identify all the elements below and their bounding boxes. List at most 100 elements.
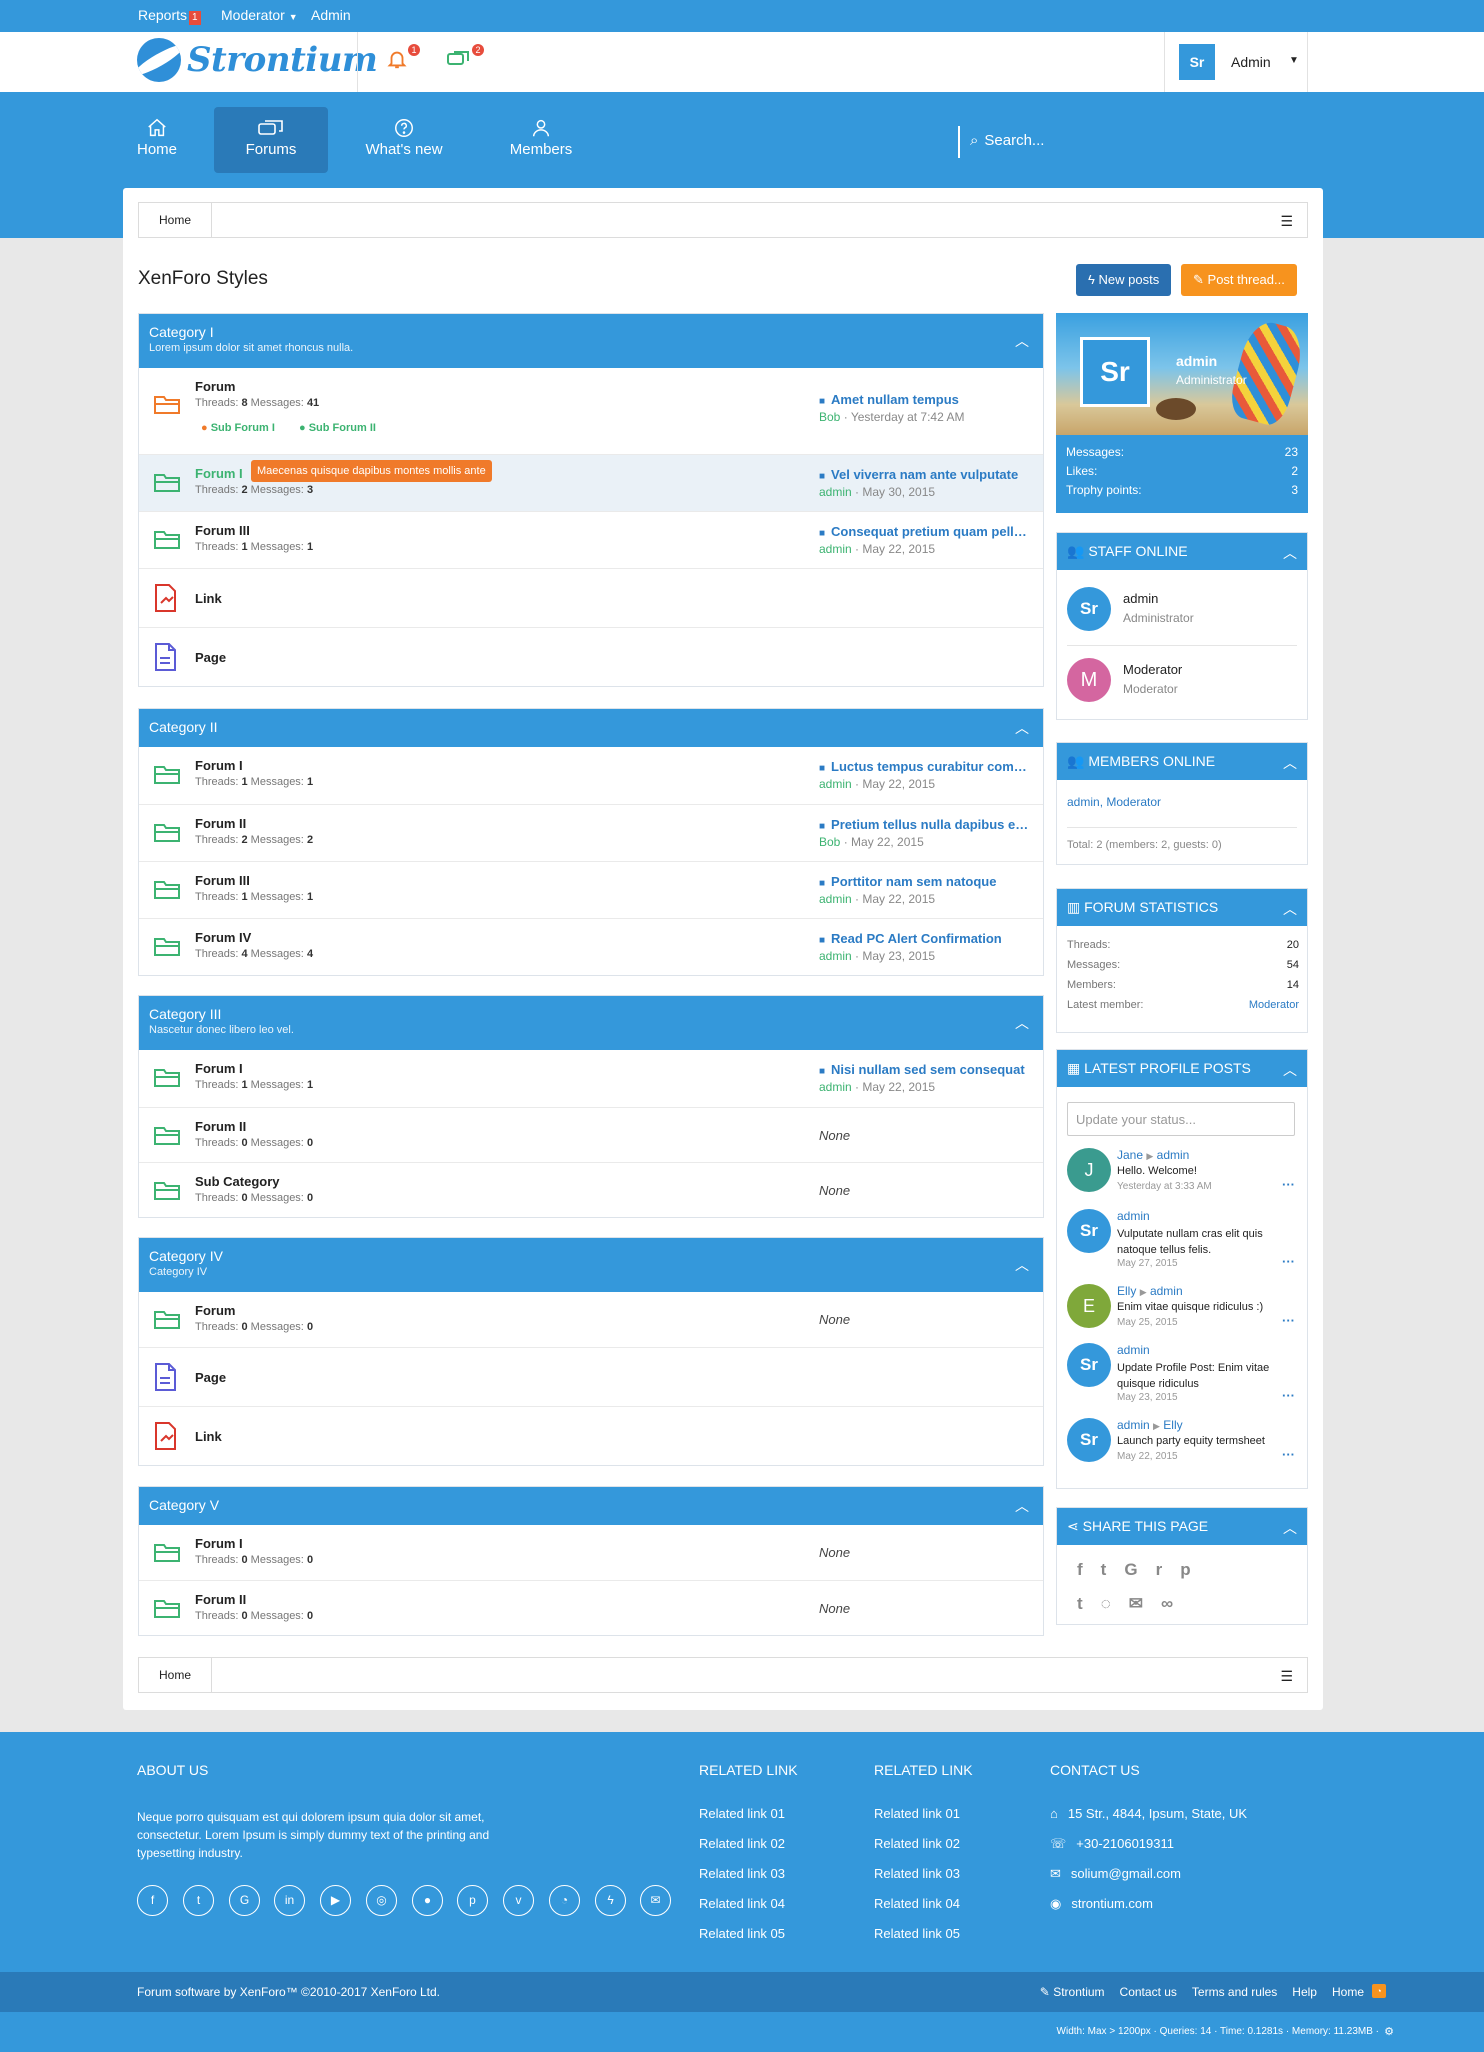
post-author-link[interactable]: admin	[1117, 1209, 1150, 1223]
nav-tab-members[interactable]: Members	[484, 107, 598, 173]
email-icon[interactable]: ✉	[1129, 1594, 1161, 1613]
admin-link[interactable]: Admin	[311, 7, 351, 23]
tumblr-icon[interactable]: t	[1077, 1594, 1101, 1613]
profile-avatar[interactable]: Sr	[1080, 337, 1150, 407]
collapse-icon[interactable]: ︿	[1283, 753, 1297, 773]
contact-email[interactable]: ✉ solium@gmail.com	[1050, 1866, 1181, 1882]
forum-row[interactable]: Forum Threads: 0 Messages: 0 None	[139, 1292, 1043, 1347]
account-menu[interactable]: Sr Admin ▼	[1164, 32, 1308, 92]
more-icon[interactable]: ···	[1282, 1177, 1295, 1192]
nav-tab-home[interactable]: Home	[100, 107, 214, 173]
alerts-bell-icon[interactable]: 1	[386, 44, 420, 76]
pinterest-icon[interactable]: p	[1180, 1560, 1208, 1579]
forum-row[interactable]: Forum III Threads: 1 Messages: 1 Porttit…	[139, 861, 1043, 918]
collapse-icon[interactable]: ︿	[1015, 1255, 1029, 1275]
category-header[interactable]: Category III Nascetur donec libero leo v…	[139, 996, 1043, 1050]
youtube-icon[interactable]: ▶	[320, 1885, 351, 1916]
footer-contact-link[interactable]: Contact us	[1120, 1985, 1177, 1999]
post-thread-button[interactable]: ✎ Post thread...	[1181, 264, 1297, 296]
more-icon[interactable]: ···	[1282, 1447, 1295, 1462]
subforum-link[interactable]: ● Sub Forum II	[299, 422, 376, 434]
email-icon[interactable]: ✉	[640, 1885, 671, 1916]
footer-link[interactable]: Related link 05	[874, 1926, 960, 1941]
post-author-link[interactable]: admin	[1117, 1343, 1150, 1357]
category-header[interactable]: Category V ︿	[139, 1487, 1043, 1525]
online-user-link[interactable]: Moderator	[1106, 795, 1161, 809]
forum-row[interactable]: Forum III Threads: 1 Messages: 1 Consequ…	[139, 511, 1043, 568]
staff-member[interactable]: Sr admin Administrator	[1067, 587, 1194, 631]
avatar[interactable]: E	[1067, 1284, 1111, 1328]
nav-tab-forums[interactable]: Forums	[214, 107, 328, 173]
collapse-icon[interactable]: ︿	[1283, 1518, 1297, 1538]
whatsapp-icon[interactable]: ◌	[1101, 1594, 1129, 1613]
link-row[interactable]: Link	[139, 1406, 1043, 1465]
staff-online-header[interactable]: 👥 Staff online ︿	[1057, 533, 1307, 570]
footer-link[interactable]: Related link 02	[699, 1836, 785, 1851]
footer-link[interactable]: Related link 01	[874, 1806, 960, 1821]
link-row[interactable]: Link	[139, 568, 1043, 627]
avatar[interactable]: Sr	[1067, 1209, 1111, 1253]
facebook-icon[interactable]: f	[1077, 1560, 1101, 1579]
moderator-menu[interactable]: Moderator ▼	[221, 7, 298, 23]
search-input[interactable]: ⌕ Search...	[958, 126, 1178, 158]
reports-link[interactable]: Reports 1	[138, 7, 201, 25]
breadcrumb-toggle-icon[interactable]: ☰	[1280, 1668, 1293, 1685]
status-update-input[interactable]: Update your status...	[1067, 1102, 1295, 1136]
twitter-icon[interactable]: t	[1101, 1560, 1125, 1579]
dribbble-icon[interactable]: ◎	[366, 1885, 397, 1916]
last-post[interactable]: Read PC Alert Confirmation admin · May 2…	[819, 931, 1034, 963]
avatar[interactable]: Sr	[1067, 1418, 1111, 1462]
collapse-icon[interactable]: ︿	[1283, 1060, 1297, 1080]
footer-terms-link[interactable]: Terms and rules	[1192, 1985, 1277, 1999]
forum-row[interactable]: Forum I Threads: 0 Messages: 0 None	[139, 1525, 1043, 1580]
google-plus-icon[interactable]: G	[1124, 1560, 1155, 1579]
collapse-icon[interactable]: ︿	[1015, 1496, 1029, 1516]
footer-link[interactable]: Related link 01	[699, 1806, 785, 1821]
staff-member[interactable]: M Moderator Moderator	[1067, 658, 1182, 702]
contact-website[interactable]: ◉ strontium.com	[1050, 1896, 1153, 1912]
category-header[interactable]: Category IV Category IV ︿	[139, 1238, 1043, 1292]
pinterest-icon[interactable]: p	[457, 1885, 488, 1916]
breadcrumb-home[interactable]: Home	[139, 1658, 213, 1692]
more-icon[interactable]: ···	[1282, 1313, 1295, 1328]
more-icon[interactable]: ···	[1282, 1388, 1295, 1403]
footer-link[interactable]: Related link 04	[874, 1896, 960, 1911]
footer-link[interactable]: Related link 04	[699, 1896, 785, 1911]
google-plus-icon[interactable]: G	[229, 1885, 260, 1916]
footer-style-link[interactable]: ✎ Strontium	[1040, 1985, 1105, 1999]
more-icon[interactable]: ···	[1282, 1254, 1295, 1269]
last-post[interactable]: Amet nullam tempus Bob · Yesterday at 7:…	[819, 392, 1034, 424]
facebook-icon[interactable]: f	[137, 1885, 168, 1916]
foursquare-icon[interactable]: ϟ	[595, 1885, 626, 1916]
last-post[interactable]: Pretium tellus nulla dapibus enim Bob · …	[819, 817, 1034, 849]
last-post[interactable]: Porttitor nam sem natoque admin · May 22…	[819, 874, 1034, 906]
forum-statistics-header[interactable]: ▥ Forum statistics ︿	[1057, 889, 1307, 926]
category-header[interactable]: Category II ︿	[139, 709, 1043, 747]
breadcrumb-home[interactable]: Home	[139, 203, 213, 237]
footer-link[interactable]: Related link 03	[874, 1866, 960, 1881]
collapse-icon[interactable]: ︿	[1015, 718, 1029, 738]
collapse-icon[interactable]: ︿	[1283, 543, 1297, 563]
subforum-link[interactable]: ● Sub Forum I	[201, 422, 275, 434]
last-post[interactable]: Consequat pretium quam pellentesque admi…	[819, 524, 1034, 556]
forum-row[interactable]: Forum II Threads: 0 Messages: 0 None	[139, 1580, 1043, 1635]
last-post[interactable]: Nisi nullam sed sem consequat admin · Ma…	[819, 1062, 1034, 1094]
new-posts-button[interactable]: ϟ New posts	[1076, 264, 1172, 296]
members-online-header[interactable]: 👥 Members online ︿	[1057, 743, 1307, 780]
footer-link[interactable]: Related link 05	[699, 1926, 785, 1941]
forum-row[interactable]: Forum II Threads: 0 Messages: 0 None	[139, 1107, 1043, 1162]
share-header[interactable]: ⋖ Share this page ︿	[1057, 1508, 1307, 1545]
conversations-icon[interactable]: 2	[446, 44, 484, 76]
reddit-icon[interactable]: r	[1156, 1560, 1181, 1579]
last-post[interactable]: Vel viverra nam ante vulputate admin · M…	[819, 467, 1034, 499]
gear-icon[interactable]: ⚙	[1384, 2025, 1394, 2038]
footer-home-link[interactable]: Home	[1332, 1985, 1364, 1999]
forum-row[interactable]: Sub Category Threads: 0 Messages: 0 None	[139, 1162, 1043, 1217]
collapse-icon[interactable]: ︿	[1283, 899, 1297, 919]
breadcrumb-toggle-icon[interactable]: ☰	[1280, 213, 1293, 230]
last-post[interactable]: Luctus tempus curabitur commodo admin · …	[819, 759, 1034, 791]
forum-row[interactable]: Forum I Threads: 2 Messages: 3 Maecenas …	[139, 454, 1043, 511]
flickr-icon[interactable]: ●	[412, 1885, 443, 1916]
footer-help-link[interactable]: Help	[1292, 1985, 1317, 1999]
collapse-icon[interactable]: ︿	[1015, 331, 1029, 351]
